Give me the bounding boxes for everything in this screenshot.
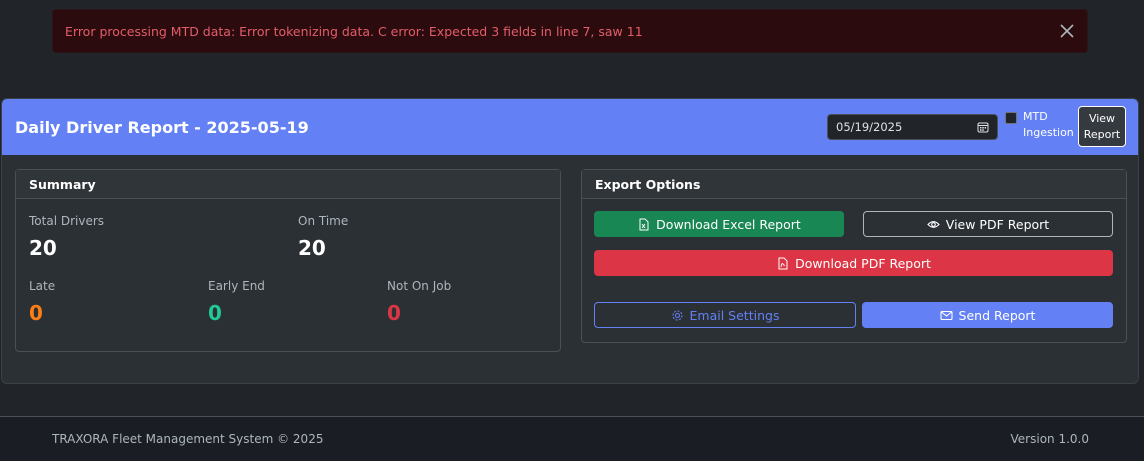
early-end-label: Early End xyxy=(208,279,265,293)
card-header: Daily Driver Report - 2025-05-19 05/19/2… xyxy=(2,99,1138,155)
stat-not-on-job: Not On Job 0 xyxy=(387,279,451,325)
download-pdf-label: Download PDF Report xyxy=(795,255,931,271)
summary-title: Summary xyxy=(16,170,560,199)
email-settings-button[interactable]: Email Settings xyxy=(594,302,856,328)
view-report-button[interactable]: View Report xyxy=(1078,106,1126,147)
not-on-job-label: Not On Job xyxy=(387,279,452,293)
download-excel-label: Download Excel Report xyxy=(656,216,801,232)
on-time-value: 20 xyxy=(298,236,326,260)
alert-message: Error processing MTD data: Error tokeniz… xyxy=(65,23,643,39)
date-input[interactable]: 05/19/2025 xyxy=(827,114,998,140)
export-options-title: Export Options xyxy=(582,170,1126,199)
not-on-job-value: 0 xyxy=(387,301,401,325)
download-pdf-button[interactable]: Download PDF Report xyxy=(594,250,1113,276)
export-options-panel: Export Options Download Excel Report Vie… xyxy=(581,169,1127,343)
error-alert: Error processing MTD data: Error tokeniz… xyxy=(52,9,1088,53)
view-pdf-button[interactable]: View PDF Report xyxy=(863,211,1113,237)
stat-total-drivers: Total Drivers 20 xyxy=(29,214,104,260)
calendar-icon[interactable] xyxy=(977,121,989,133)
daily-report-card: Daily Driver Report - 2025-05-19 05/19/2… xyxy=(1,98,1139,384)
total-drivers-label: Total Drivers xyxy=(29,214,105,228)
envelope-icon xyxy=(939,310,953,320)
stat-early-end: Early End 0 xyxy=(208,279,265,325)
download-excel-button[interactable]: Download Excel Report xyxy=(594,211,844,237)
on-time-label: On Time xyxy=(298,214,349,228)
stat-on-time: On Time 20 xyxy=(298,214,348,260)
file-excel-icon xyxy=(639,218,649,230)
send-report-button[interactable]: Send Report xyxy=(862,302,1113,328)
page-title: Daily Driver Report - 2025-05-19 xyxy=(15,117,309,137)
late-value: 0 xyxy=(29,301,43,325)
mtd-ingestion-label: MTD Ingestion xyxy=(1023,110,1074,139)
stat-late: Late 0 xyxy=(29,279,55,325)
close-icon[interactable] xyxy=(1057,21,1077,41)
early-end-value: 0 xyxy=(208,301,222,325)
send-report-label: Send Report xyxy=(958,307,1036,323)
email-settings-label: Email Settings xyxy=(689,307,780,323)
mtd-ingestion-checkbox[interactable] xyxy=(1005,112,1017,124)
total-drivers-value: 20 xyxy=(29,236,57,260)
eye-icon xyxy=(927,220,940,228)
summary-panel: Summary Total Drivers 20 On Time 20 Late… xyxy=(15,169,561,352)
footer-version: Version 1.0.0 xyxy=(1010,432,1089,446)
footer: TRAXORA Fleet Management System © 2025 V… xyxy=(0,416,1144,461)
view-pdf-label: View PDF Report xyxy=(945,216,1050,232)
footer-copyright: TRAXORA Fleet Management System © 2025 xyxy=(52,432,324,446)
gear-icon xyxy=(671,309,683,321)
date-value: 05/19/2025 xyxy=(836,120,903,134)
file-pdf-icon xyxy=(778,257,788,269)
late-label: Late xyxy=(29,279,56,293)
